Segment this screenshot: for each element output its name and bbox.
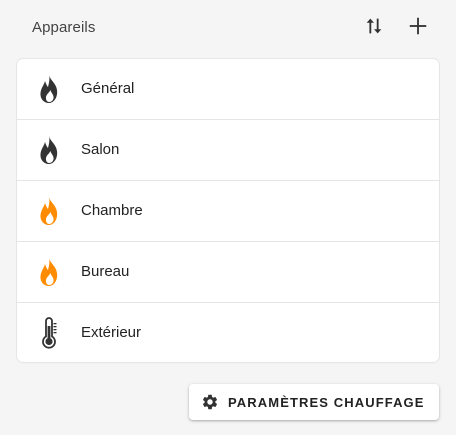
list-item-general[interactable]: Général: [17, 59, 439, 120]
gear-icon: [202, 394, 218, 410]
list-item-chambre[interactable]: Chambre: [17, 181, 439, 242]
list-item-exterieur[interactable]: Extérieur: [17, 303, 439, 362]
list-item-label: Général: [81, 80, 135, 97]
list-item-salon[interactable]: Salon: [17, 120, 439, 181]
heating-settings-button[interactable]: PARAMÈTRES CHAUFFAGE: [189, 384, 439, 420]
add-button[interactable]: [406, 14, 430, 38]
list-item-label: Chambre: [81, 202, 143, 219]
header: Appareils: [0, 0, 456, 56]
flame-icon: [37, 73, 61, 105]
page-title: Appareils: [32, 19, 96, 36]
list-item-label: Extérieur: [81, 324, 142, 341]
heating-settings-label: PARAMÈTRES CHAUFFAGE: [228, 395, 425, 410]
list-item-label: Salon: [81, 141, 120, 158]
thermometer-icon: [37, 317, 61, 349]
devices-list: Général Salon Chambre Bureau Extérieur: [17, 59, 439, 362]
flame-icon: [37, 134, 61, 166]
list-item-bureau[interactable]: Bureau: [17, 242, 439, 303]
plus-icon: [409, 17, 427, 35]
sort-button[interactable]: [362, 14, 386, 38]
flame-icon: [37, 256, 61, 288]
sort-arrows-icon: [366, 18, 382, 34]
flame-icon: [37, 195, 61, 227]
list-item-label: Bureau: [81, 263, 130, 280]
